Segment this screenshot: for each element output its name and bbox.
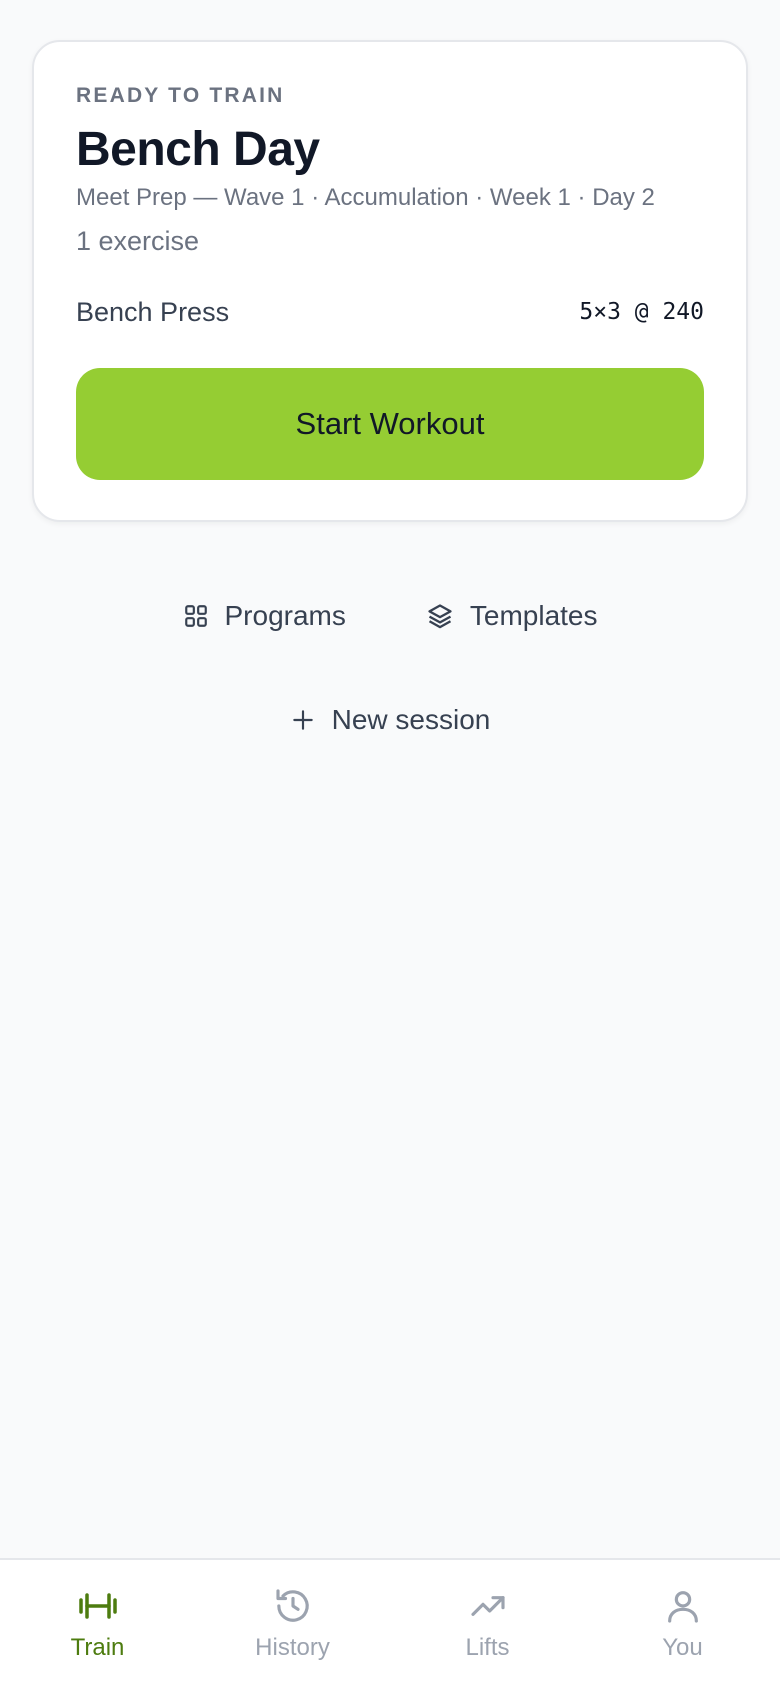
exercise-scheme: 5×3 @ 240 [579, 299, 704, 325]
grid-icon [183, 603, 209, 629]
history-icon [273, 1586, 313, 1626]
user-icon [663, 1586, 703, 1626]
tab-you[interactable]: You [585, 1560, 780, 1688]
tab-train-label: Train [70, 1634, 125, 1661]
tab-train[interactable]: Train [0, 1560, 195, 1688]
program-subtitle: Meet Prep — Wave 1 · Accumulation · Week… [76, 184, 655, 211]
new-session-button[interactable]: New session [290, 698, 491, 742]
programs-link[interactable]: Programs [183, 594, 346, 638]
new-session-row: New session [0, 698, 780, 742]
card-eyebrow: READY TO TRAIN [76, 84, 285, 107]
tab-history[interactable]: History [195, 1560, 390, 1688]
tab-lifts-label: Lifts [465, 1634, 510, 1661]
tab-history-label: History [255, 1634, 330, 1661]
tab-lifts[interactable]: Lifts [390, 1560, 585, 1688]
templates-link[interactable]: Templates [426, 594, 598, 638]
new-session-label: New session [331, 704, 491, 735]
exercise-name: Bench Press [76, 296, 230, 327]
tab-you-label: You [662, 1634, 703, 1661]
workout-title: Bench Day [76, 123, 320, 176]
plus-icon [290, 707, 316, 733]
exercise-count: 1 exercise [76, 226, 200, 256]
templates-label: Templates [469, 600, 598, 631]
bottom-tab-bar: Train History Lifts You [0, 1558, 780, 1688]
trending-up-icon [468, 1586, 508, 1626]
programs-label: Programs [224, 600, 346, 631]
ready-to-train-card: READY TO TRAIN Bench Day Meet Prep — Wav… [32, 40, 748, 522]
exercise-row: Bench Press 5×3 @ 240 [76, 292, 704, 332]
start-workout-button[interactable]: Start Workout [76, 368, 704, 480]
dumbbell-icon [76, 1586, 120, 1626]
secondary-links: Programs Templates [0, 594, 780, 638]
layers-icon [426, 602, 454, 630]
